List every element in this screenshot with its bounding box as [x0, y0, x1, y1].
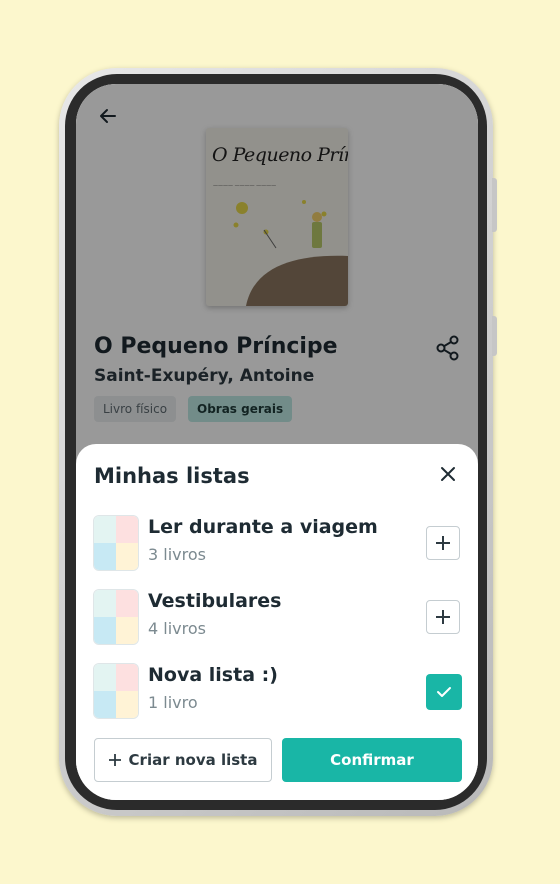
check-icon — [437, 687, 451, 697]
create-list-button[interactable]: Criar nova lista — [94, 738, 272, 782]
create-list-label: Criar nova lista — [128, 751, 258, 769]
list-thumbnail — [94, 590, 138, 644]
list-count: 3 livros — [148, 545, 206, 564]
phone-side-button — [492, 316, 497, 356]
confirm-label: Confirmar — [330, 751, 414, 769]
plus-icon — [436, 536, 450, 550]
lists-bottom-sheet: Minhas listas Ler durante a viagem 3 liv… — [76, 444, 478, 800]
list-item: Vestibulares 4 livros — [94, 590, 462, 648]
list-name: Vestibulares — [148, 590, 282, 612]
list-thumbnail — [94, 664, 138, 718]
app-screen: O Pequeno Príncipe ———— ———— ———— O Pequ… — [76, 84, 478, 800]
list-count: 4 livros — [148, 619, 206, 638]
plus-icon — [108, 754, 121, 766]
plus-icon — [436, 610, 450, 624]
add-to-list-button[interactable] — [426, 526, 460, 560]
list-count: 1 livro — [148, 693, 198, 712]
close-icon[interactable] — [436, 462, 460, 486]
add-to-list-button[interactable] — [426, 600, 460, 634]
list-name: Ler durante a viagem — [148, 516, 378, 538]
list-item: Nova lista :) 1 livro — [94, 664, 462, 722]
list-thumbnail — [94, 516, 138, 570]
confirm-button[interactable]: Confirmar — [282, 738, 462, 782]
phone-side-button — [492, 178, 497, 232]
selected-checkbox[interactable] — [426, 674, 462, 710]
sheet-title: Minhas listas — [94, 464, 250, 488]
list-item: Ler durante a viagem 3 livros — [94, 516, 462, 574]
list-name: Nova lista :) — [148, 664, 278, 686]
